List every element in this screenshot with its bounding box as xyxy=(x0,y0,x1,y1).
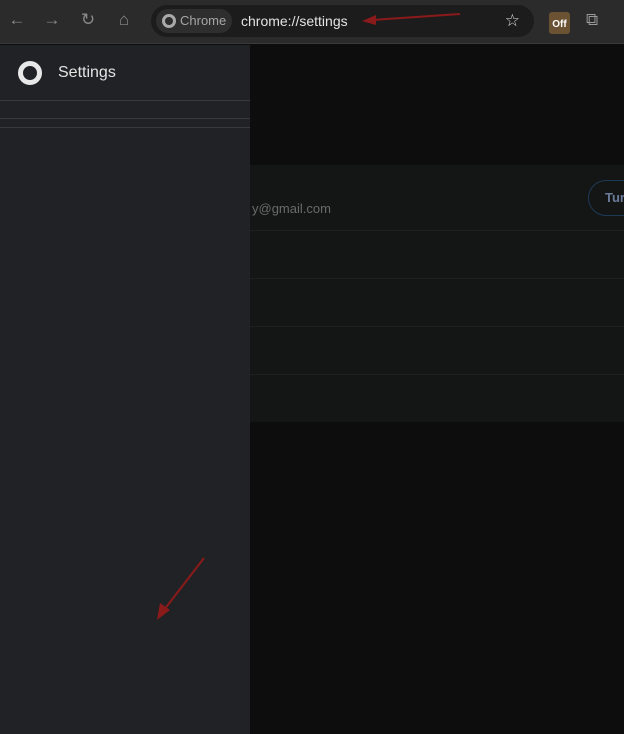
extension-off-badge[interactable]: Off xyxy=(549,12,570,34)
turn-on-sync-button[interactable]: Tur xyxy=(588,180,624,216)
chrome-icon xyxy=(162,14,176,28)
extensions-icon[interactable]: ⧉ xyxy=(586,10,598,30)
divider xyxy=(0,118,250,119)
page-title: Settings xyxy=(58,64,116,81)
sidebar-header: Settings xyxy=(0,45,250,101)
settings-row[interactable] xyxy=(250,231,624,279)
account-email: y@gmail.com xyxy=(252,201,331,216)
account-row: y@gmail.com Tur xyxy=(250,165,624,231)
back-icon[interactable]: ← xyxy=(5,10,29,30)
settings-row[interactable] xyxy=(250,327,624,375)
address-bar[interactable]: Chrome chrome://settings ☆ xyxy=(151,5,534,37)
chrome-logo-icon xyxy=(18,61,42,85)
site-chip[interactable]: Chrome xyxy=(156,9,232,33)
settings-card: y@gmail.com Tur xyxy=(250,165,624,422)
bookmark-star-icon[interactable]: ☆ xyxy=(505,11,520,31)
divider xyxy=(0,127,250,128)
settings-row[interactable] xyxy=(250,375,624,422)
home-icon[interactable]: ⌂ xyxy=(112,10,136,30)
chip-label: Chrome xyxy=(180,13,227,28)
forward-icon[interactable]: → xyxy=(40,10,64,30)
browser-toolbar: ← → ↻ ⌂ Chrome chrome://settings ☆ Off ⧉ xyxy=(0,0,624,44)
reload-icon[interactable]: ↻ xyxy=(76,10,100,30)
url-text[interactable]: chrome://settings xyxy=(241,13,348,29)
settings-row[interactable] xyxy=(250,279,624,327)
settings-sidebar: Settings xyxy=(0,45,250,734)
